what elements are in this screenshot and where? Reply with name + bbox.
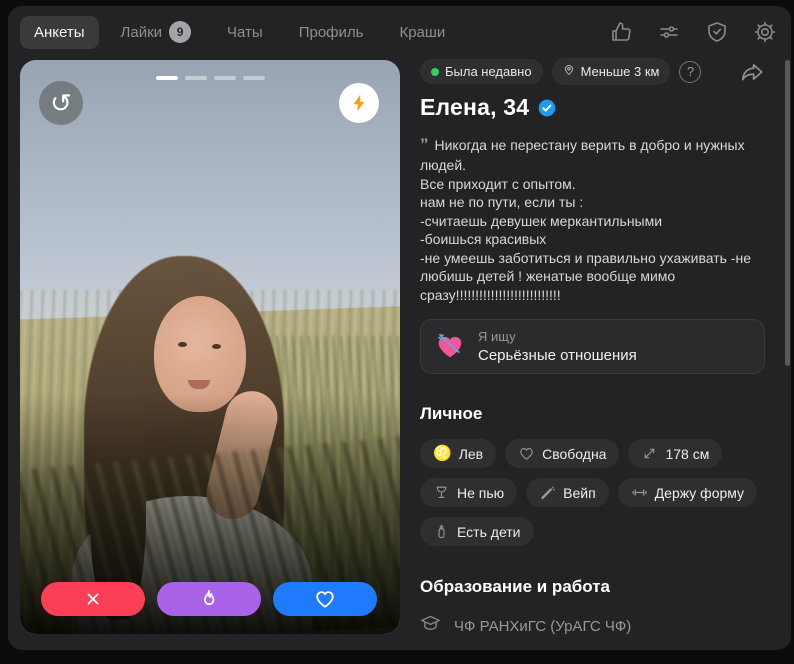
- likes-count-badge: 9: [169, 21, 192, 43]
- profile-name-age: Елена, 34: [420, 94, 530, 120]
- distance-label: Меньше 3 км: [580, 64, 660, 79]
- chip-label: 178 см: [665, 445, 710, 462]
- dumbbell-icon: [631, 484, 648, 501]
- graduation-cap-icon: [420, 613, 441, 639]
- share-arrow-icon: [741, 63, 763, 80]
- last-seen-badge: Была недавно: [420, 59, 543, 84]
- online-dot-icon: [431, 67, 439, 76]
- thumbs-up-icon[interactable]: [609, 20, 633, 44]
- photo-pagination-dash[interactable]: [184, 76, 207, 80]
- chip-label: Лев: [458, 445, 484, 462]
- settings-gear-icon[interactable]: [753, 20, 777, 44]
- education-value: ЧФ РАНХиГС (УрАГС ЧФ): [454, 617, 632, 635]
- share-button[interactable]: [739, 59, 765, 85]
- photo-pagination-dash[interactable]: [213, 76, 236, 80]
- photo-pagination-dash[interactable]: [242, 76, 265, 80]
- filters-icon[interactable]: [657, 20, 681, 44]
- education-item: ЧФ РАНХиГС (УрАГС ЧФ): [420, 613, 765, 639]
- photo-pagination: [20, 76, 400, 80]
- bio-text: Никогда не перестану верить в добро и ну…: [420, 137, 751, 303]
- top-nav: Анкеты Лайки 9 Чаты Профиль Краши: [8, 6, 791, 58]
- tab-label: Лайки: [120, 23, 163, 41]
- chip-smoking: Вейп: [526, 478, 609, 508]
- last-seen-label: Была недавно: [445, 64, 532, 79]
- wine-glass-icon: [433, 484, 450, 501]
- looking-for-card[interactable]: Я ищу Серьёзные отношения: [420, 319, 765, 375]
- dislike-x-icon: [87, 593, 99, 605]
- shield-check-icon[interactable]: [705, 20, 729, 44]
- height-arrows-icon: [641, 445, 658, 462]
- heart-with-arrow-icon: [435, 332, 465, 362]
- looking-for-value: Серьёзные отношения: [478, 347, 637, 365]
- tab-profile[interactable]: Профиль: [285, 16, 378, 49]
- photo-pagination-dash[interactable]: [155, 76, 178, 80]
- tab-chats[interactable]: Чаты: [213, 16, 277, 49]
- heart-outline-icon: [518, 445, 535, 462]
- superlike-flame-icon: [203, 589, 215, 606]
- profile-details-panel: Была недавно Меньше 3 км ? Елена, 34 ” Н…: [420, 58, 765, 650]
- chip-zodiac: ♌ Лев: [420, 439, 497, 469]
- distance-help-button[interactable]: ?: [679, 60, 702, 83]
- chip-height: 178 см: [628, 439, 723, 469]
- looking-for-texts: Я ищу Серьёзные отношения: [478, 329, 637, 364]
- like-button[interactable]: [273, 582, 377, 616]
- tab-label: Чаты: [227, 23, 263, 41]
- nav-icon-group: [609, 20, 777, 44]
- tab-likes[interactable]: Лайки 9: [107, 13, 206, 51]
- boost-button[interactable]: [339, 83, 379, 123]
- question-mark-icon: ?: [686, 64, 695, 79]
- chip-alcohol: Не пью: [420, 478, 518, 508]
- name-row: Елена, 34: [420, 94, 765, 121]
- personal-chips: ♌ Лев Свободна 178 см Не пью Вейп Держу …: [420, 439, 765, 547]
- app-window: Анкеты Лайки 9 Чаты Профиль Краши ↺ Была…: [8, 6, 791, 650]
- rewind-button[interactable]: ↺: [39, 81, 83, 125]
- boost-lightning-icon: [353, 94, 365, 112]
- chip-label: Не пью: [457, 484, 505, 501]
- action-buttons: [41, 582, 377, 616]
- verified-badge-icon: [537, 98, 557, 118]
- distance-badge: Меньше 3 км: [551, 58, 671, 85]
- superlike-button[interactable]: [157, 582, 261, 616]
- chip-label: Есть дети: [457, 523, 521, 540]
- chip-label: Вейп: [563, 484, 596, 501]
- quote-mark: ”: [420, 135, 429, 154]
- chip-children: Есть дети: [420, 517, 534, 547]
- tab-crushes[interactable]: Краши: [385, 16, 459, 49]
- tab-label: Краши: [399, 23, 446, 41]
- tab-ankety[interactable]: Анкеты: [20, 15, 99, 49]
- leo-zodiac-icon: ♌: [433, 445, 452, 463]
- rotate-back-icon: ↺: [50, 88, 72, 118]
- vape-icon: [539, 484, 556, 501]
- profile-photo-card[interactable]: ↺: [20, 60, 400, 634]
- looking-for-label: Я ищу: [478, 329, 516, 345]
- profile-bio: ” Никогда не перестану верить в добро и н…: [420, 134, 765, 304]
- chip-label: Держу форму: [654, 484, 745, 501]
- baby-bottle-icon: [433, 523, 450, 540]
- chip-relationship: Свободна: [505, 439, 620, 469]
- photo-bottom-vignette: [20, 60, 400, 634]
- status-row: Была недавно Меньше 3 км ?: [420, 58, 765, 85]
- tab-label: Профиль: [298, 23, 364, 41]
- dislike-button[interactable]: [41, 582, 145, 616]
- like-heart-icon: [316, 591, 334, 608]
- location-pin-icon: [563, 63, 575, 80]
- scrollbar-thumb[interactable]: [785, 60, 790, 366]
- chip-fitness: Держу форму: [617, 478, 758, 508]
- chip-label: Свободна: [542, 445, 607, 462]
- section-personal-title: Личное: [420, 404, 483, 424]
- section-education-title: Образование и работа: [420, 577, 611, 597]
- tab-label: Анкеты: [34, 23, 85, 41]
